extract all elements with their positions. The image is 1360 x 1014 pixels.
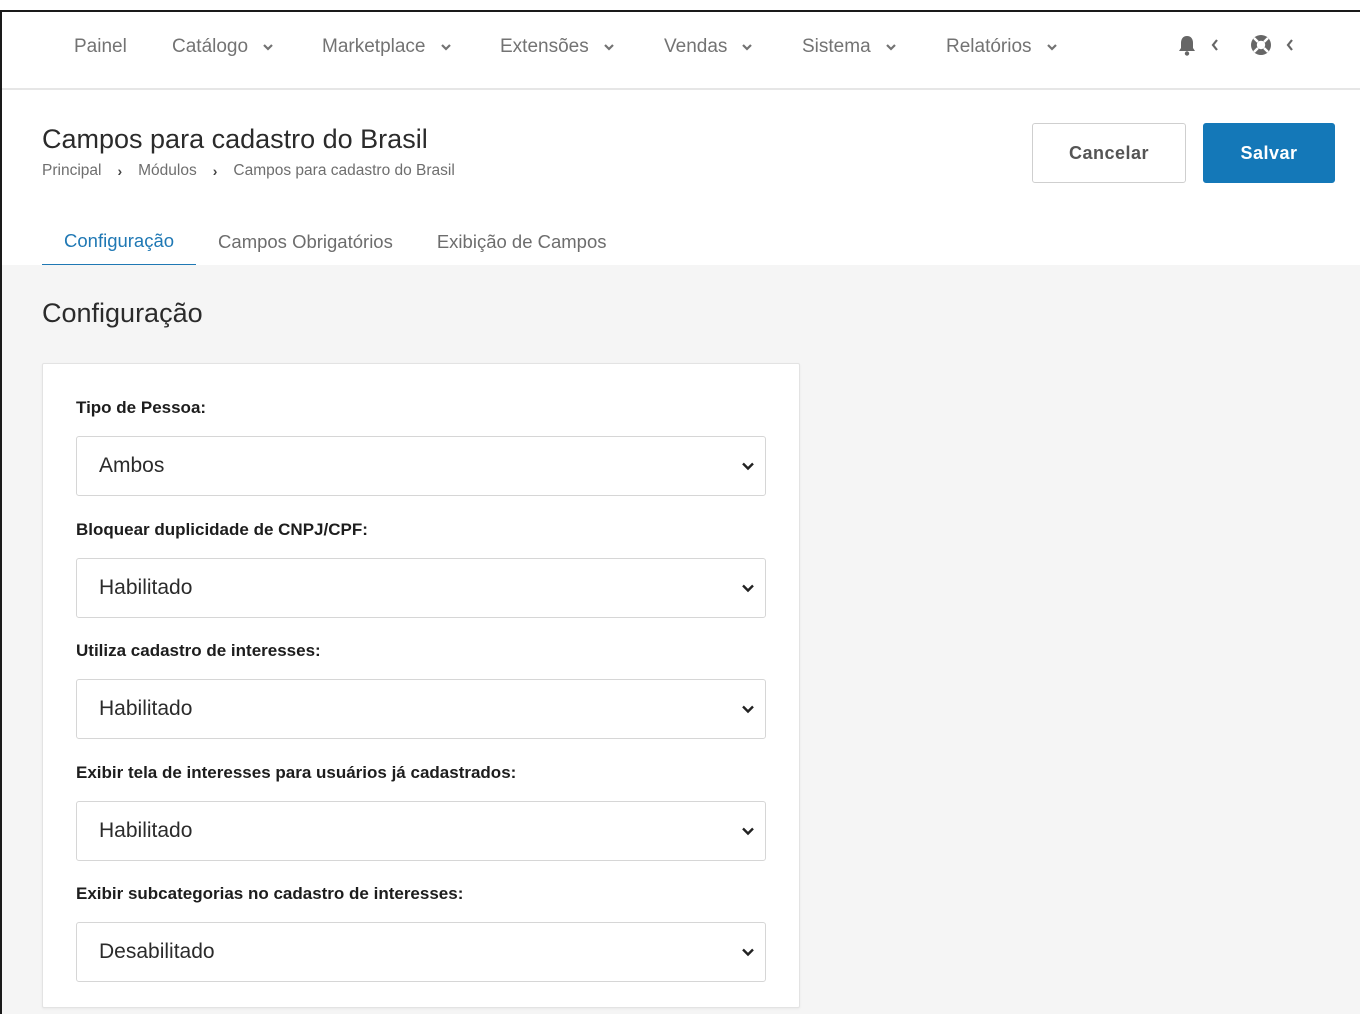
tipo-de-pessoa-select[interactable]: Ambos: [76, 436, 766, 496]
chevron-down-icon: [742, 462, 754, 471]
field-label: Utiliza cadastro de interesses:: [76, 641, 321, 660]
life-ring-icon: [1251, 35, 1271, 55]
breadcrumb: Principal › Módulos › Campos para cadast…: [42, 162, 455, 180]
breadcrumb-separator-icon: ›: [117, 163, 123, 179]
tab-exibicao-de-campos[interactable]: Exibição de Campos: [415, 217, 629, 267]
page-title: Campos para cadastro do Brasil: [42, 124, 428, 154]
nav-item-painel[interactable]: Painel: [74, 36, 127, 58]
select-value: Habilitado: [99, 576, 193, 599]
help-toggle[interactable]: [1250, 34, 1294, 56]
nav-item-label: Marketplace: [322, 36, 426, 57]
chevron-down-icon: [440, 44, 451, 51]
chevron-down-icon: [603, 44, 614, 51]
field-utiliza-cadastro-interesses: Utiliza cadastro de interesses: Habilita…: [76, 641, 766, 739]
exibir-tela-interesses-select[interactable]: Habilitado: [76, 801, 766, 861]
nav-item-label: Relatórios: [946, 36, 1032, 57]
app-frame: Painel Catálogo Marketplace Extensões Ve…: [0, 10, 1360, 1014]
field-exibir-tela-interesses: Exibir tela de interesses para usuários …: [76, 763, 766, 861]
content-area: Configuração Tipo de Pessoa: Ambos Bloqu…: [2, 265, 1360, 1014]
tab-campos-obrigatorios[interactable]: Campos Obrigatórios: [196, 217, 415, 267]
select-value: Ambos: [99, 454, 165, 477]
bell-icon: [1179, 36, 1195, 56]
breadcrumb-item-principal[interactable]: Principal: [42, 162, 101, 180]
field-tipo-de-pessoa: Tipo de Pessoa: Ambos: [76, 398, 766, 496]
breadcrumb-item-current[interactable]: Campos para cadastro do Brasil: [233, 162, 454, 180]
nav-item-label: Sistema: [802, 36, 871, 57]
field-exibir-subcategorias: Exibir subcategorias no cadastro de inte…: [76, 884, 766, 982]
save-button[interactable]: Salvar: [1203, 123, 1335, 183]
field-label: Bloquear duplicidade de CNPJ/CPF:: [76, 520, 368, 539]
nav-item-label: Catálogo: [172, 36, 249, 57]
tab-configuracao[interactable]: Configuração: [42, 217, 197, 267]
chevron-left-icon: [1286, 39, 1293, 51]
breadcrumb-item-modulos[interactable]: Módulos: [138, 162, 197, 180]
select-value: Habilitado: [99, 819, 193, 842]
tab-bar: Configuração Campos Obrigatórios Exibiçã…: [42, 217, 629, 267]
nav-item-label: Vendas: [664, 36, 728, 57]
chevron-down-icon: [742, 584, 754, 593]
chevron-down-icon: [742, 948, 754, 957]
field-label: Exibir tela de interesses para usuários …: [76, 763, 517, 782]
field-label: Tipo de Pessoa:: [76, 398, 207, 417]
nav-item-marketplace[interactable]: Marketplace: [322, 36, 452, 58]
chevron-down-icon: [885, 44, 896, 51]
nav-item-label: Painel: [74, 36, 127, 57]
nav-item-label: Extensões: [500, 36, 589, 57]
top-navigation: Painel Catálogo Marketplace Extensões Ve…: [2, 12, 1360, 90]
nav-item-catalogo[interactable]: Catálogo: [172, 36, 274, 58]
exibir-subcategorias-select[interactable]: Desabilitado: [76, 922, 766, 982]
chevron-down-icon: [263, 44, 273, 51]
section-title: Configuração: [42, 298, 203, 328]
nav-item-sistema[interactable]: Sistema: [802, 36, 897, 58]
chevron-left-icon: [1211, 39, 1218, 51]
notifications-toggle[interactable]: [1177, 34, 1219, 56]
select-value: Habilitado: [99, 697, 193, 720]
field-label: Exibir subcategorias no cadastro de inte…: [76, 884, 464, 903]
chevron-down-icon: [742, 705, 754, 714]
breadcrumb-separator-icon: ›: [212, 163, 218, 179]
nav-item-vendas[interactable]: Vendas: [664, 36, 753, 58]
select-value: Desabilitado: [99, 940, 215, 963]
chevron-down-icon: [742, 827, 754, 836]
utiliza-cadastro-interesses-select[interactable]: Habilitado: [76, 679, 766, 739]
chevron-down-icon: [1046, 44, 1057, 51]
settings-card: Tipo de Pessoa: Ambos Bloquear duplicida…: [42, 363, 800, 1008]
nav-item-extensoes[interactable]: Extensões: [500, 36, 615, 58]
cancel-button[interactable]: Cancelar: [1032, 123, 1186, 183]
field-bloquear-duplicidade: Bloquear duplicidade de CNPJ/CPF: Habili…: [76, 520, 766, 618]
bloquear-duplicidade-select[interactable]: Habilitado: [76, 558, 766, 618]
nav-item-relatorios[interactable]: Relatórios: [946, 36, 1058, 58]
chevron-down-icon: [742, 44, 753, 51]
